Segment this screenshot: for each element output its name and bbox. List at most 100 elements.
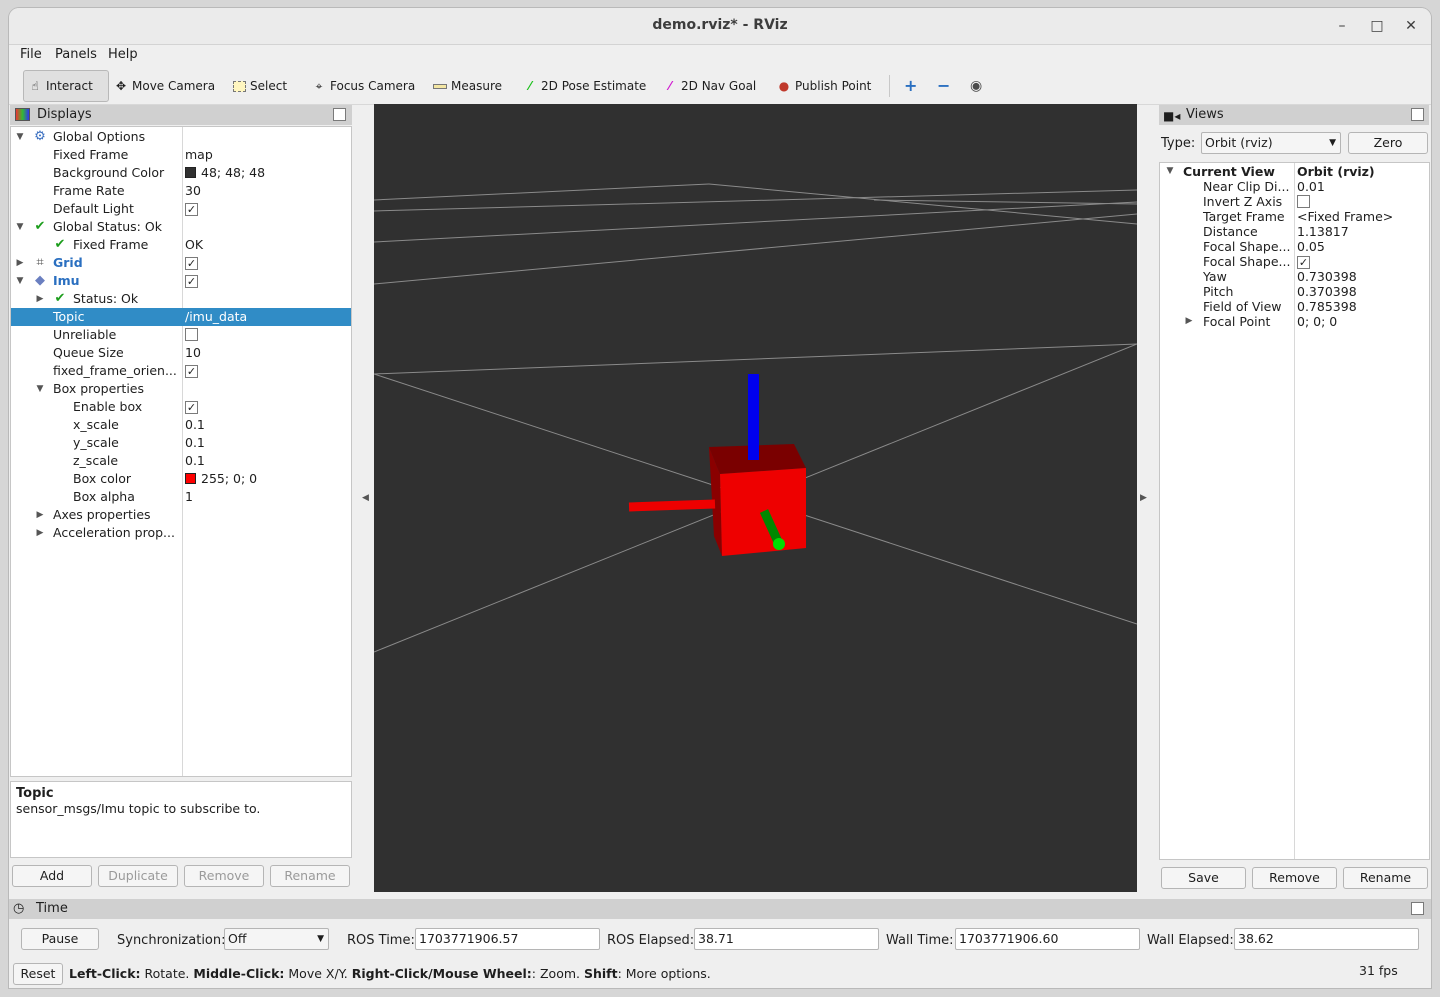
display-row-global-status-fixed-frame[interactable]: ✔ Fixed Frame OK [11,236,351,254]
remove-display-button[interactable]: Remove [184,865,264,887]
display-row-z-scale[interactable]: z_scale 0.1 [11,452,351,470]
tool-2d-nav-goal[interactable]: ⁄ 2D Nav Goal [659,70,760,102]
minimize-icon[interactable]: – [1332,16,1352,36]
views-tree[interactable]: ▼ Current View Orbit (rviz) Near Clip Di… [1159,162,1430,860]
display-row-background-color[interactable]: Background Color 48; 48; 48 [11,164,351,182]
view-type-select[interactable]: Orbit (rviz) ▼ [1201,132,1341,154]
collapse-arrow-icon[interactable]: ▼ [15,128,25,146]
expand-arrow-icon[interactable]: ▶ [15,254,25,272]
row-checkbox[interactable]: ✓ [1297,256,1310,269]
rename-view-button[interactable]: Rename [1343,867,1428,889]
menu-panels[interactable]: Panels [55,47,97,62]
tool-interact[interactable]: ☝ Interact [23,70,109,102]
display-row-global-options[interactable]: ▼ ⚙ Global Options [11,128,351,146]
add-button[interactable]: Add [12,865,92,887]
remove-view-button[interactable]: Remove [1252,867,1337,889]
row-value[interactable]: ✓ [185,362,198,380]
row-value[interactable] [185,326,198,346]
display-row-default-light[interactable]: Default Light ✓ [11,200,351,218]
row-value[interactable]: ✓ [1297,254,1310,269]
time-undock-checkbox[interactable] [1411,902,1424,915]
display-row-box-properties[interactable]: ▼ Box properties [11,380,351,398]
expand-arrow-icon[interactable]: ▶ [35,506,45,524]
row-checkbox[interactable]: ✓ [185,257,198,270]
zero-button[interactable]: Zero [1348,132,1428,154]
display-row-imu-status[interactable]: ▶ ✔ Status: Ok [11,290,351,308]
display-row-frame-rate[interactable]: Frame Rate 30 [11,182,351,200]
display-row-box-color[interactable]: Box color 255; 0; 0 [11,470,351,488]
tool-focus-camera[interactable]: ⌖ Focus Camera [308,70,419,102]
row-checkbox[interactable] [185,328,198,341]
view-row-focal-shape-size[interactable]: Focal Shape... 0.05 [1160,239,1429,254]
close-icon[interactable]: ✕ [1401,16,1421,36]
display-row-enable-box[interactable]: Enable box ✓ [11,398,351,416]
tool-publish-point[interactable]: ● Publish Point [773,70,875,102]
row-value[interactable]: ✓ [185,200,198,218]
view-row-target-frame[interactable]: Target Frame <Fixed Frame> [1160,209,1429,224]
pause-button[interactable]: Pause [21,928,99,950]
collapse-arrow-icon[interactable]: ▼ [15,218,25,236]
3d-viewport[interactable] [373,104,1138,892]
displays-undock-checkbox[interactable] [333,108,346,121]
view-row-yaw[interactable]: Yaw 0.730398 [1160,269,1429,284]
view-row-focal-shape-fixed[interactable]: Focal Shape... ✓ [1160,254,1429,269]
duplicate-button[interactable]: Duplicate [98,865,178,887]
collapse-arrow-icon[interactable]: ▼ [15,272,25,290]
row-checkbox[interactable]: ✓ [185,401,198,414]
menu-help[interactable]: Help [108,47,138,62]
menu-file[interactable]: File [20,47,42,62]
views-undock-checkbox[interactable] [1411,108,1424,121]
row-checkbox[interactable] [1297,195,1310,208]
add-tool-icon[interactable]: + [900,70,921,102]
expand-arrow-icon[interactable]: ▶ [35,290,45,308]
expand-arrow-icon[interactable]: ▶ [35,524,45,542]
tool-measure[interactable]: Measure [429,70,506,102]
collapse-left-icon[interactable]: ◀ [362,493,369,503]
display-row-axes-properties[interactable]: ▶ Axes properties [11,506,351,524]
wall-elapsed-field[interactable]: 38.62 [1234,928,1419,950]
view-row-invert-z[interactable]: Invert Z Axis [1160,194,1429,209]
ros-elapsed-field[interactable]: 38.71 [694,928,879,950]
display-row-acceleration-properties[interactable]: ▶ Acceleration prop... [11,524,351,542]
display-row-topic[interactable]: Topic/imu_data [11,308,351,326]
tool-2d-pose-estimate[interactable]: ⁄ 2D Pose Estimate [519,70,650,102]
view-row-distance[interactable]: Distance 1.13817 [1160,224,1429,239]
view-row-pitch[interactable]: Pitch 0.370398 [1160,284,1429,299]
expand-arrow-icon[interactable]: ▶ [1184,314,1194,329]
display-row-fixed-frame[interactable]: Fixed Frame map [11,146,351,164]
view-row-field-of-view[interactable]: Field of View 0.785398 [1160,299,1429,314]
row-value[interactable]: ✓ [185,398,198,416]
eye-icon[interactable]: ◉ [966,70,986,102]
maximize-icon[interactable]: □ [1367,16,1387,36]
display-row-unreliable[interactable]: Unreliable [11,326,351,344]
row-checkbox[interactable]: ✓ [185,365,198,378]
sync-select[interactable]: Off ▼ [224,928,329,950]
rename-display-button[interactable]: Rename [270,865,350,887]
tool-move-camera[interactable]: ✥ Move Camera [110,70,219,102]
row-checkbox[interactable]: ✓ [185,203,198,216]
save-view-button[interactable]: Save [1161,867,1246,889]
wall-time-field[interactable]: 1703771906.60 [955,928,1140,950]
reset-button[interactable]: Reset [13,963,63,985]
display-row-global-status[interactable]: ▼ ✔ Global Status: Ok [11,218,351,236]
display-row-queue-size[interactable]: Queue Size 10 [11,344,351,362]
remove-tool-icon[interactable]: − [933,70,954,102]
display-row-box-alpha[interactable]: Box alpha 1 [11,488,351,506]
current-view-row[interactable]: ▼ Current View Orbit (rviz) [1160,164,1429,179]
view-row-focal-point[interactable]: ▶ Focal Point 0; 0; 0 [1160,314,1429,329]
row-value[interactable]: ✓ [185,254,198,272]
tool-select[interactable]: Select [229,70,291,102]
display-row-imu-display[interactable]: ▼ ◆ Imu ✓ [11,272,351,290]
display-row-x-scale[interactable]: x_scale 0.1 [11,416,351,434]
displays-tree[interactable]: ▼ ⚙ Global Options Fixed Frame map Background… [10,126,352,777]
row-value[interactable]: ✓ [185,272,198,290]
collapse-right-icon[interactable]: ▶ [1140,493,1147,503]
display-row-grid-display[interactable]: ▶ ⌗ Grid ✓ [11,254,351,272]
view-row-near-clip[interactable]: Near Clip Di... 0.01 [1160,179,1429,194]
ros-time-field[interactable]: 1703771906.57 [415,928,600,950]
row-checkbox[interactable]: ✓ [185,275,198,288]
time-header: ◷ Time [9,899,1431,919]
collapse-arrow-icon[interactable]: ▼ [35,380,45,398]
display-row-fixed-frame-orientation[interactable]: fixed_frame_orien... ✓ [11,362,351,380]
display-row-y-scale[interactable]: y_scale 0.1 [11,434,351,452]
